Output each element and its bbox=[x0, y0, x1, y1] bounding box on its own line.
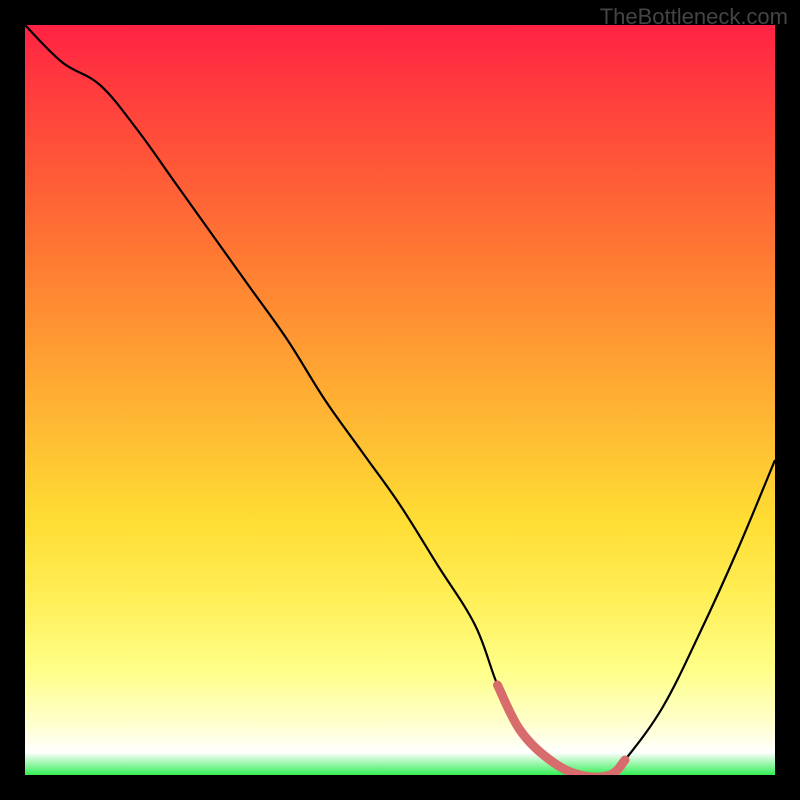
optimal-range-highlight bbox=[498, 685, 626, 775]
bottleneck-curve-svg bbox=[25, 25, 775, 775]
watermark-text: TheBottleneck.com bbox=[600, 4, 788, 30]
chart-plot-area bbox=[25, 25, 775, 775]
bottleneck-curve-path bbox=[25, 25, 775, 775]
